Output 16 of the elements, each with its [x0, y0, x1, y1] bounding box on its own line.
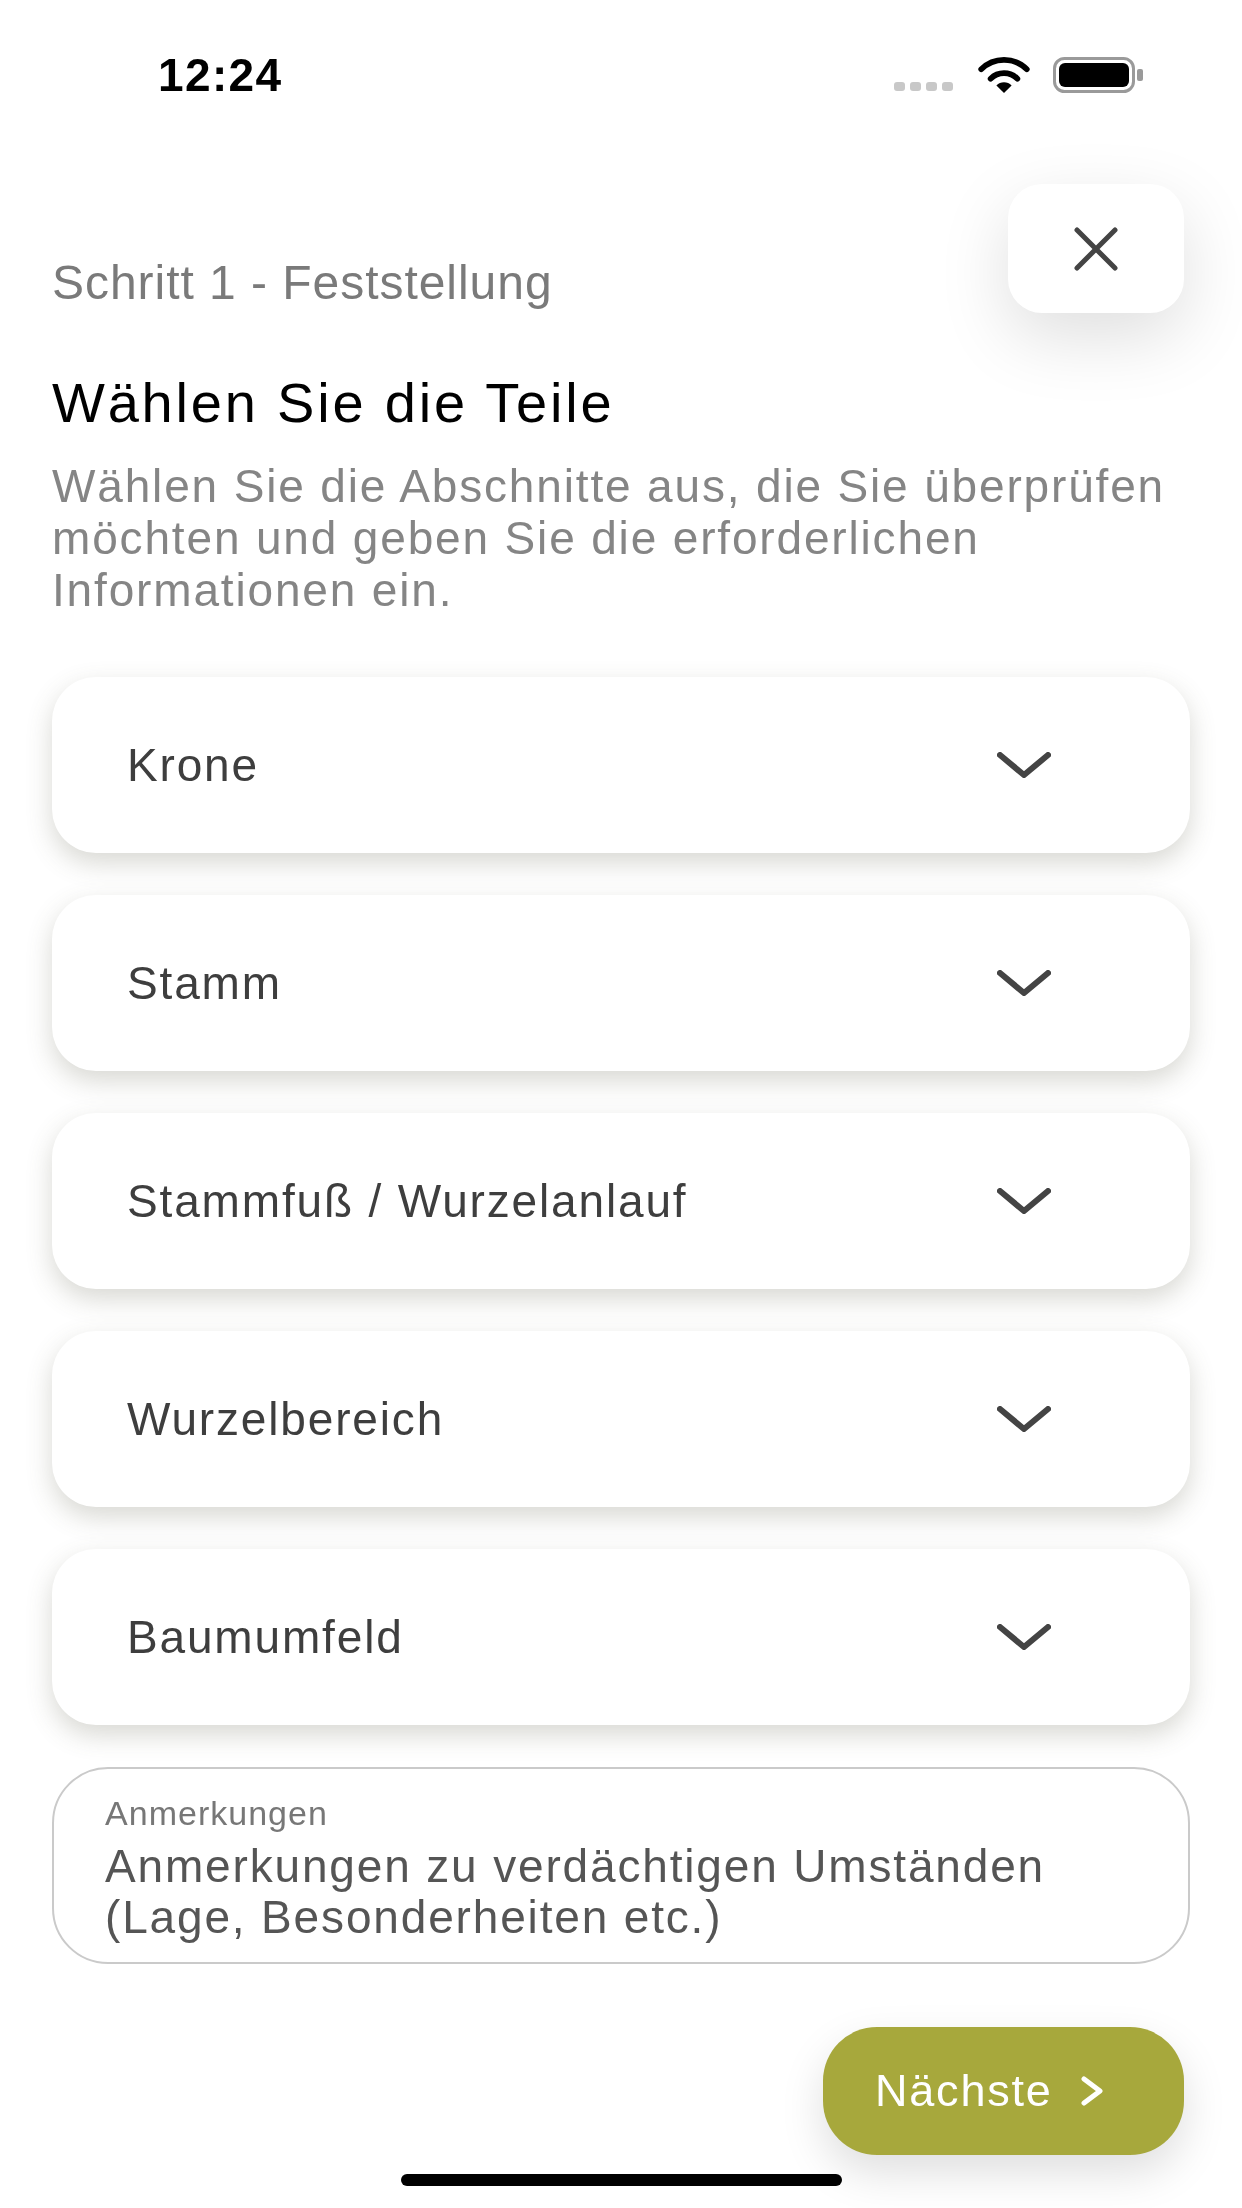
accordion-item[interactable]: Baumumfeld — [52, 1549, 1190, 1725]
accordion-item[interactable]: Wurzelbereich — [52, 1331, 1190, 1507]
page-description: Wählen Sie die Abschnitte aus, die Sie überprüfen möchten und geben Sie die erforderlichen Informationen ein. — [52, 460, 1167, 616]
chevron-right-icon — [1080, 2076, 1104, 2106]
accordion-item[interactable]: Stamm — [52, 895, 1190, 1071]
close-icon — [1074, 226, 1118, 271]
signal-icon — [894, 81, 953, 91]
wifi-icon — [977, 56, 1031, 94]
status-time: 12:24 — [158, 52, 283, 98]
accordion-item[interactable]: Krone — [52, 677, 1190, 853]
accordion-item[interactable]: Stammfuß / Wurzelanlauf — [52, 1113, 1190, 1289]
close-button[interactable] — [1008, 184, 1184, 313]
page-title: Wählen Sie die Teile — [52, 370, 616, 436]
notes-field[interactable]: Anmerkungen Anmerkungen zu verdächtigen Umständen (Lage, Besonderheiten etc.) — [52, 1767, 1190, 1964]
step-label: Schritt 1 - Feststellung — [52, 255, 553, 311]
battery-icon — [1053, 57, 1143, 93]
